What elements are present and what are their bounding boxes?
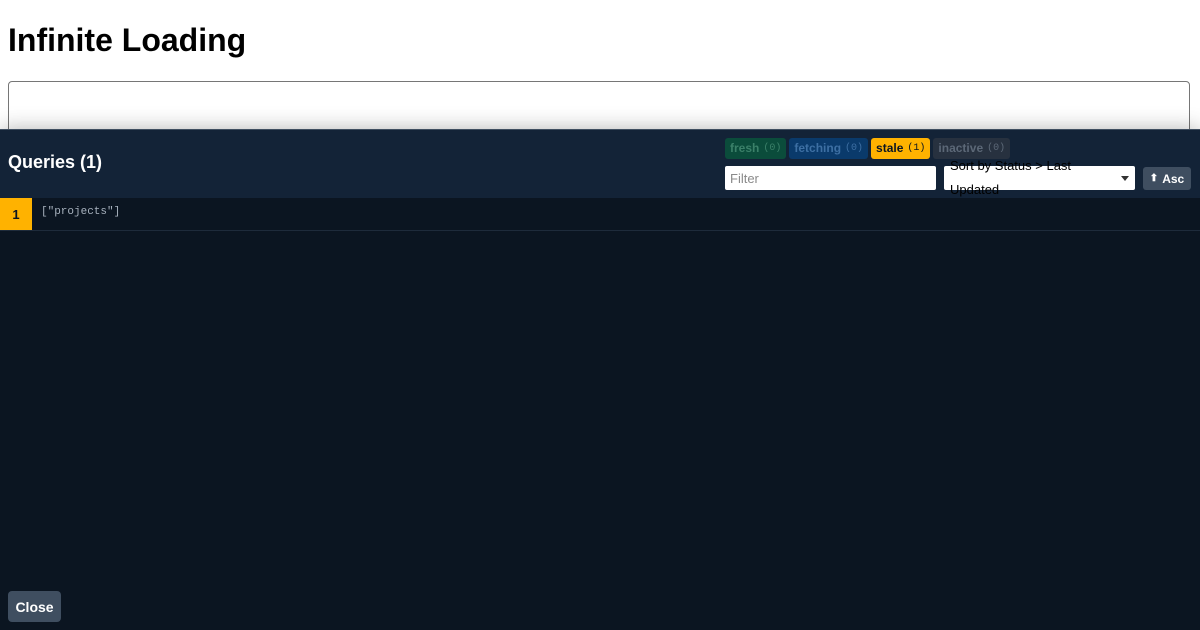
sort-order-button[interactable]: ⬆ Asc <box>1143 167 1191 190</box>
close-button[interactable]: Close <box>8 591 61 622</box>
query-key: ["projects"] <box>41 206 121 218</box>
filter-input[interactable] <box>725 166 936 190</box>
devtools-header: Queries (1) fresh (0) fetching (0) stale… <box>0 130 1200 198</box>
sort-select[interactable]: Sort by Status > Last Updated <box>944 158 1135 197</box>
sort-select-value: Sort by Status > Last Updated <box>950 158 1072 197</box>
status-label: fresh <box>730 141 760 155</box>
page-title: Infinite Loading <box>8 22 247 58</box>
chevron-down-icon <box>1121 175 1129 181</box>
status-label: stale <box>876 141 904 155</box>
sort-order-label: Asc <box>1162 171 1185 186</box>
query-devtools-panel: Queries (1) fresh (0) fetching (0) stale… <box>0 129 1200 630</box>
query-observer-count: 1 <box>0 198 32 230</box>
status-count: (0) <box>763 143 782 154</box>
queries-title: Queries (1) <box>8 152 103 172</box>
query-row[interactable]: 1 ["projects"] <box>0 198 1200 231</box>
status-badge-fetching: fetching (0) <box>789 138 869 159</box>
status-badge-stale: stale (1) <box>871 138 931 159</box>
status-count: (1) <box>907 143 926 154</box>
status-badge-fresh: fresh (0) <box>725 138 787 159</box>
status-label: fetching <box>794 141 842 155</box>
arrow-up-icon: ⬆ <box>1149 173 1159 184</box>
status-count: (0) <box>845 143 864 154</box>
